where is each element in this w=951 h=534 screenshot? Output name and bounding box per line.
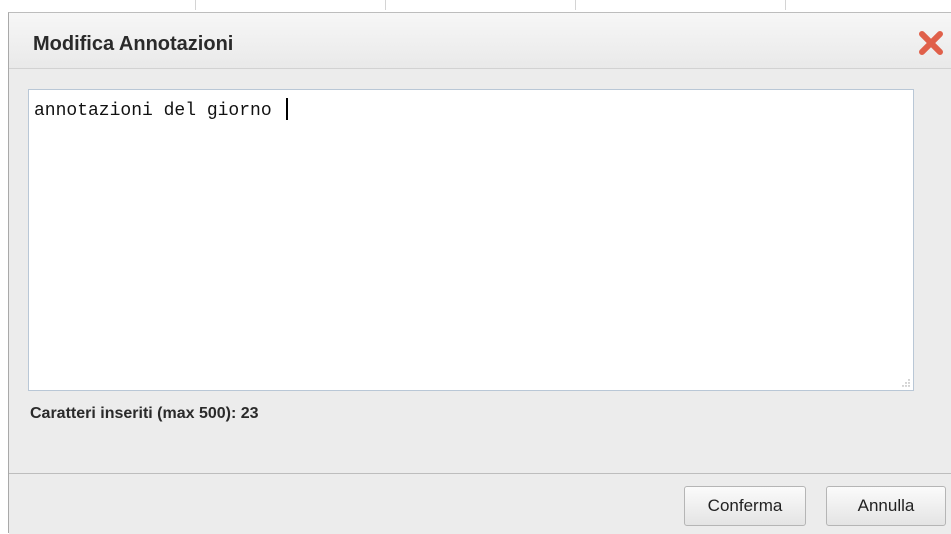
background-divider bbox=[195, 0, 196, 10]
background-divider bbox=[385, 0, 386, 10]
character-counter: Caratteri inseriti (max 500): 23 bbox=[30, 405, 259, 422]
cancel-button[interactable]: Annulla bbox=[826, 486, 946, 526]
dialog-title: Modifica Annotazioni bbox=[33, 33, 234, 55]
close-icon bbox=[919, 31, 943, 55]
confirm-button[interactable]: Conferma bbox=[684, 486, 806, 526]
close-button[interactable] bbox=[917, 29, 945, 57]
dialog-titlebar[interactable]: Modifica Annotazioni bbox=[9, 13, 951, 69]
background-divider bbox=[785, 0, 786, 10]
annotations-textarea[interactable]: annotazioni del giorno bbox=[28, 89, 914, 391]
text-caret bbox=[286, 98, 289, 120]
edit-annotations-dialog: Modifica Annotazioni annotazioni del gio… bbox=[8, 12, 951, 534]
dialog-body: annotazioni del giorno Caratteri inserit… bbox=[9, 69, 951, 473]
background-divider bbox=[575, 0, 576, 10]
annotations-text-container: annotazioni del giorno bbox=[34, 98, 289, 121]
resize-grip-icon[interactable] bbox=[902, 379, 910, 387]
dialog-footer: Conferma Annulla bbox=[9, 473, 951, 534]
annotations-text: annotazioni del giorno bbox=[34, 101, 283, 121]
background-page bbox=[0, 0, 951, 12]
